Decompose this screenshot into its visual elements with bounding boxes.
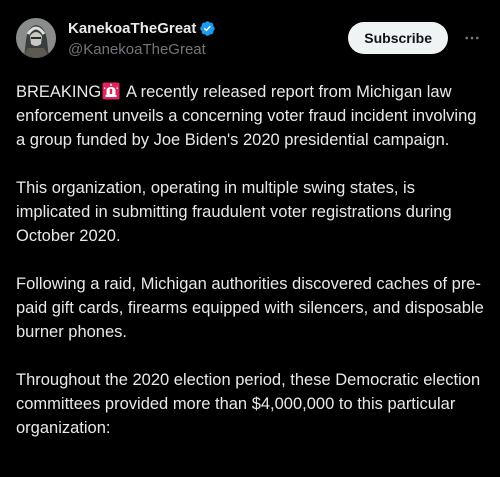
siren-emoji-icon: [102, 82, 120, 100]
name-row: KanekoaTheGreat: [68, 19, 348, 39]
post-paragraph-1: BREAKING A recently released report from…: [16, 80, 484, 152]
post-card: KanekoaTheGreat @KanekoaTheGreat Subscri…: [0, 0, 500, 477]
author-handle[interactable]: @KanekoaTheGreat: [68, 41, 348, 58]
post-header: KanekoaTheGreat @KanekoaTheGreat Subscri…: [16, 14, 484, 62]
more-options-icon[interactable]: [460, 26, 484, 50]
post-paragraph-3: Following a raid, Michigan authorities d…: [16, 275, 484, 341]
verified-badge-icon: [199, 20, 216, 37]
post-text: BREAKING A recently released report from…: [16, 80, 484, 440]
avatar[interactable]: [16, 18, 56, 58]
display-name[interactable]: KanekoaTheGreat: [68, 20, 196, 37]
post-paragraph-2: This organization, operating in multiple…: [16, 179, 452, 245]
breaking-label: BREAKING: [16, 83, 102, 101]
author-identity: KanekoaTheGreat @KanekoaTheGreat: [68, 19, 348, 58]
post-paragraph-4: Throughout the 2020 election period, the…: [16, 371, 481, 437]
subscribe-button[interactable]: Subscribe: [348, 22, 448, 54]
